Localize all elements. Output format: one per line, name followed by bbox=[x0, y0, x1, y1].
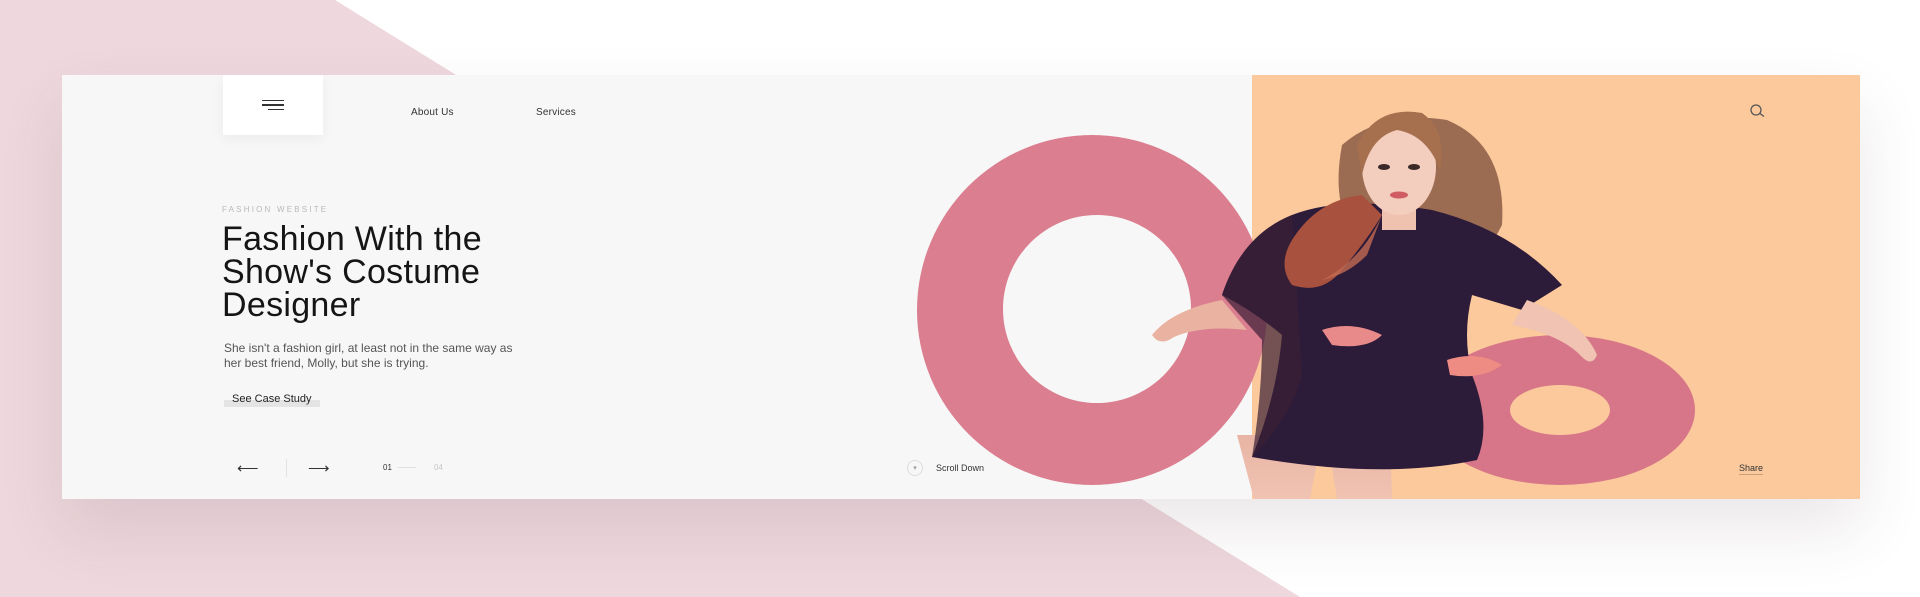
hero-headline-line: Designer bbox=[222, 286, 361, 324]
nav-link-about-us[interactable]: About Us bbox=[411, 107, 454, 118]
website-preview-card: About Us Services FASHION WEBSITE Fashio… bbox=[62, 75, 1860, 499]
pagination-current: 01 bbox=[383, 463, 392, 472]
share-link[interactable]: Share bbox=[1739, 463, 1764, 475]
pagination-progress bbox=[398, 467, 416, 468]
search-icon[interactable] bbox=[1747, 103, 1769, 119]
hero-model-image bbox=[917, 111, 1695, 499]
arrow-right-icon[interactable]: ⟶ bbox=[308, 461, 330, 476]
menu-button[interactable] bbox=[223, 75, 323, 135]
hero-subcopy-line: She isn't a fashion girl, at least not i… bbox=[224, 341, 513, 355]
see-case-study-link[interactable]: See Case Study bbox=[224, 392, 320, 407]
hero-headline: Fashion With the Show's Costume Designer bbox=[222, 222, 782, 324]
pagination-divider bbox=[286, 459, 287, 477]
pagination-total: 04 bbox=[434, 463, 443, 472]
hamburger-menu-icon bbox=[262, 97, 284, 114]
hero-eyebrow: FASHION WEBSITE bbox=[222, 205, 329, 214]
arrow-left-icon[interactable]: ⟵ bbox=[237, 461, 259, 476]
nav-link-services[interactable]: Services bbox=[536, 107, 576, 118]
hero-subcopy-line: her best friend, Molly, but she is tryin… bbox=[224, 356, 429, 370]
hero-subcopy: She isn't a fashion girl, at least not i… bbox=[224, 341, 744, 371]
